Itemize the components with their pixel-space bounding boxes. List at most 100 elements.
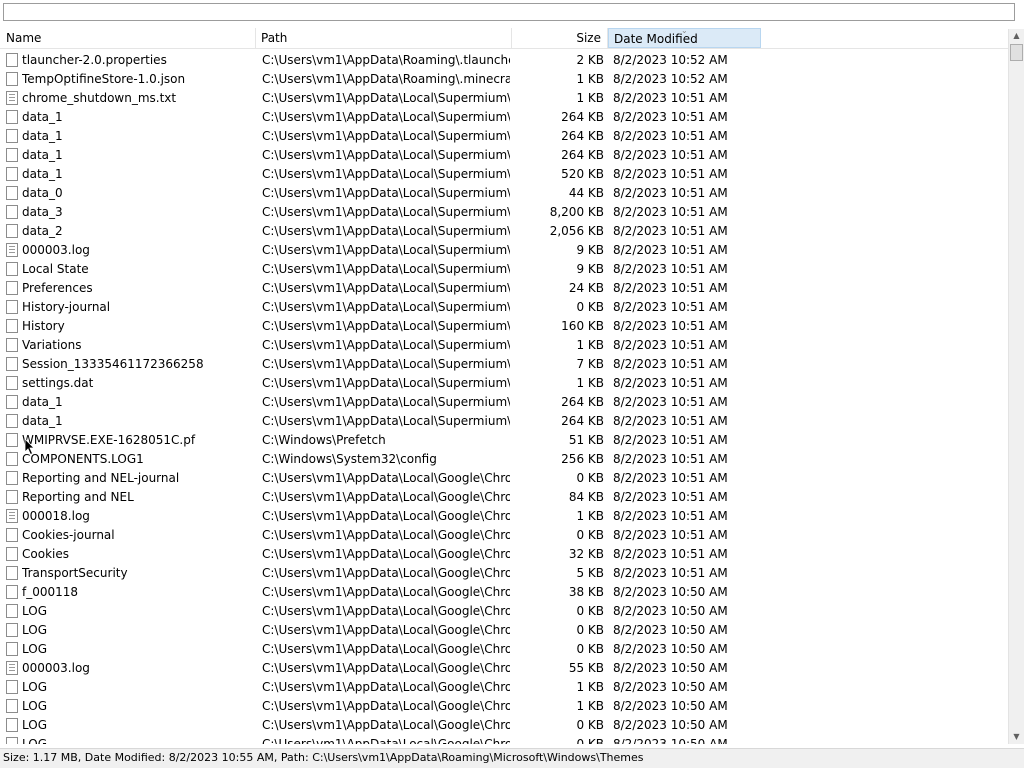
file-path: C:\Users\vm1\AppData\Local\Supermium\U..…	[262, 205, 510, 219]
file-row[interactable]: Cookies-journal C:\Users\vm1\AppData\Loca…	[0, 526, 1008, 545]
file-icon	[6, 262, 18, 276]
file-row[interactable]: data_1 C:\Users\vm1\AppData\Local\Supermi…	[0, 108, 1008, 127]
file-icon	[6, 547, 18, 561]
file-row[interactable]: WMIPRVSE.EXE-1628051C.pf C:\Windows\Prefe…	[0, 431, 1008, 450]
file-name: settings.dat	[22, 376, 94, 390]
file-row[interactable]: TempOptifineStore-1.0.json C:\Users\vm1\A…	[0, 70, 1008, 89]
file-name: 000003.log	[22, 661, 90, 675]
file-size: 0 KB	[576, 528, 604, 542]
file-date-modified: 8/2/2023 10:51 AM	[613, 129, 728, 143]
file-path: C:\Windows\Prefetch	[262, 433, 386, 447]
file-date-modified: 8/2/2023 10:51 AM	[613, 566, 728, 580]
file-path: C:\Users\vm1\AppData\Local\Supermium\U..…	[262, 243, 510, 257]
file-row[interactable]: LOG C:\Users\vm1\AppData\Local\Google\Chr…	[0, 716, 1008, 735]
file-name: chrome_shutdown_ms.txt	[22, 91, 177, 105]
file-name: Local State	[22, 262, 89, 276]
file-row[interactable]: data_1 C:\Users\vm1\AppData\Local\Supermi…	[0, 146, 1008, 165]
file-path: C:\Users\vm1\AppData\Local\Google\Chro..…	[262, 509, 510, 523]
file-path: C:\Users\vm1\AppData\Local\Google\Chro..…	[262, 661, 510, 675]
vertical-scrollbar[interactable]: ▲ ▼	[1008, 29, 1024, 744]
file-date-modified: 8/2/2023 10:51 AM	[613, 281, 728, 295]
file-date-modified: 8/2/2023 10:51 AM	[613, 110, 728, 124]
file-row[interactable]: settings.dat C:\Users\vm1\AppData\Local\S…	[0, 374, 1008, 393]
file-row[interactable]: data_2 C:\Users\vm1\AppData\Local\Supermi…	[0, 222, 1008, 241]
file-row[interactable]: 000003.log C:\Users\vm1\AppData\Local\Goo…	[0, 659, 1008, 678]
file-row[interactable]: LOG C:\Users\vm1\AppData\Local\Google\Chr…	[0, 640, 1008, 659]
file-size: 1 KB	[576, 680, 604, 694]
file-row[interactable]: LOG C:\Users\vm1\AppData\Local\Google\Chr…	[0, 697, 1008, 716]
file-row[interactable]: Local State C:\Users\vm1\AppData\Local\Su…	[0, 260, 1008, 279]
file-name: History	[22, 319, 65, 333]
file-size: 0 KB	[576, 471, 604, 485]
file-row[interactable]: chrome_shutdown_ms.txt C:\Users\vm1\AppDa…	[0, 89, 1008, 108]
column-header-path[interactable]: Path	[256, 28, 512, 48]
file-icon	[6, 642, 18, 656]
file-date-modified: 8/2/2023 10:50 AM	[613, 718, 728, 732]
file-row[interactable]: TransportSecurity C:\Users\vm1\AppData\Lo…	[0, 564, 1008, 583]
file-icon	[6, 300, 18, 314]
file-row[interactable]: data_3 C:\Users\vm1\AppData\Local\Supermi…	[0, 203, 1008, 222]
column-header-size[interactable]: Size	[512, 28, 608, 48]
file-row[interactable]: data_1 C:\Users\vm1\AppData\Local\Supermi…	[0, 127, 1008, 146]
file-date-modified: 8/2/2023 10:51 AM	[613, 205, 728, 219]
column-header-name[interactable]: Name	[0, 28, 256, 48]
file-list[interactable]: tlauncher-2.0.properties C:\Users\vm1\App…	[0, 51, 1008, 744]
file-size: 24 KB	[568, 281, 604, 295]
search-input[interactable]	[3, 3, 1015, 21]
file-row[interactable]: Reporting and NEL-journal C:\Users\vm1\Ap…	[0, 469, 1008, 488]
file-icon	[6, 490, 18, 504]
file-size: 0 KB	[576, 737, 604, 744]
file-date-modified: 8/2/2023 10:50 AM	[613, 661, 728, 675]
file-icon	[6, 376, 18, 390]
file-row[interactable]: LOG C:\Users\vm1\AppData\Local\Google\Chr…	[0, 621, 1008, 640]
file-row[interactable]: LOG C:\Users\vm1\AppData\Local\Google\Chr…	[0, 602, 1008, 621]
file-path: C:\Users\vm1\AppData\Local\Google\Chro..…	[262, 490, 510, 504]
file-path: C:\Users\vm1\AppData\Local\Supermium\U..…	[262, 167, 510, 181]
file-row[interactable]: COMPONENTS.LOG1 C:\Windows\System32\confi…	[0, 450, 1008, 469]
file-name: LOG	[22, 737, 48, 744]
file-name: data_2	[22, 224, 63, 238]
file-row[interactable]: Preferences C:\Users\vm1\AppData\Local\Su…	[0, 279, 1008, 298]
file-row[interactable]: Cookies C:\Users\vm1\AppData\Local\Google…	[0, 545, 1008, 564]
file-row[interactable]: Reporting and NEL C:\Users\vm1\AppData\Lo…	[0, 488, 1008, 507]
file-row[interactable]: data_0 C:\Users\vm1\AppData\Local\Supermi…	[0, 184, 1008, 203]
file-date-modified: 8/2/2023 10:51 AM	[613, 395, 728, 409]
file-date-modified: 8/2/2023 10:51 AM	[613, 452, 728, 466]
file-name: LOG	[22, 680, 48, 694]
file-icon	[6, 319, 18, 333]
file-row[interactable]: data_1 C:\Users\vm1\AppData\Local\Supermi…	[0, 412, 1008, 431]
file-row[interactable]: f_000118 C:\Users\vm1\AppData\Local\Googl…	[0, 583, 1008, 602]
scroll-up-icon[interactable]: ▲	[1009, 29, 1024, 43]
file-name: LOG	[22, 718, 48, 732]
file-name: data_1	[22, 148, 63, 162]
file-date-modified: 8/2/2023 10:51 AM	[613, 528, 728, 542]
file-row[interactable]: Session_13335461172366258 C:\Users\vm1\Ap…	[0, 355, 1008, 374]
file-date-modified: 8/2/2023 10:50 AM	[613, 699, 728, 713]
file-name: Session_13335461172366258	[22, 357, 204, 371]
file-path: C:\Users\vm1\AppData\Local\Supermium\U..…	[262, 262, 510, 276]
scroll-down-icon[interactable]: ▼	[1009, 730, 1024, 744]
file-row[interactable]: Variations C:\Users\vm1\AppData\Local\Sup…	[0, 336, 1008, 355]
file-row[interactable]: data_1 C:\Users\vm1\AppData\Local\Supermi…	[0, 165, 1008, 184]
file-row[interactable]: History-journal C:\Users\vm1\AppData\Loca…	[0, 298, 1008, 317]
file-path: C:\Users\vm1\AppData\Local\Google\Chro..…	[262, 604, 510, 618]
file-path: C:\Users\vm1\AppData\Local\Supermium\U..…	[262, 91, 510, 105]
file-row[interactable]: LOG C:\Users\vm1\AppData\Local\Google\Chr…	[0, 678, 1008, 697]
text-file-icon	[6, 509, 18, 523]
file-row[interactable]: 000003.log C:\Users\vm1\AppData\Local\Sup…	[0, 241, 1008, 260]
file-size: 51 KB	[568, 433, 604, 447]
file-row[interactable]: History C:\Users\vm1\AppData\Local\Superm…	[0, 317, 1008, 336]
scrollbar-thumb[interactable]	[1010, 44, 1023, 61]
file-row[interactable]: LOG C:\Users\vm1\AppData\Local\Google\Chr…	[0, 735, 1008, 744]
file-date-modified: 8/2/2023 10:51 AM	[613, 357, 728, 371]
file-date-modified: 8/2/2023 10:52 AM	[613, 72, 728, 86]
file-size: 0 KB	[576, 623, 604, 637]
file-row[interactable]: data_1 C:\Users\vm1\AppData\Local\Supermi…	[0, 393, 1008, 412]
file-name: f_000118	[22, 585, 79, 599]
file-date-modified: 8/2/2023 10:50 AM	[613, 585, 728, 599]
file-row[interactable]: 000018.log C:\Users\vm1\AppData\Local\Goo…	[0, 507, 1008, 526]
file-row[interactable]: tlauncher-2.0.properties C:\Users\vm1\App…	[0, 51, 1008, 70]
file-path: C:\Users\vm1\AppData\Local\Google\Chro..…	[262, 718, 510, 732]
file-size: 2 KB	[576, 53, 604, 67]
file-path: C:\Users\vm1\AppData\Local\Google\Chro..…	[262, 547, 510, 561]
